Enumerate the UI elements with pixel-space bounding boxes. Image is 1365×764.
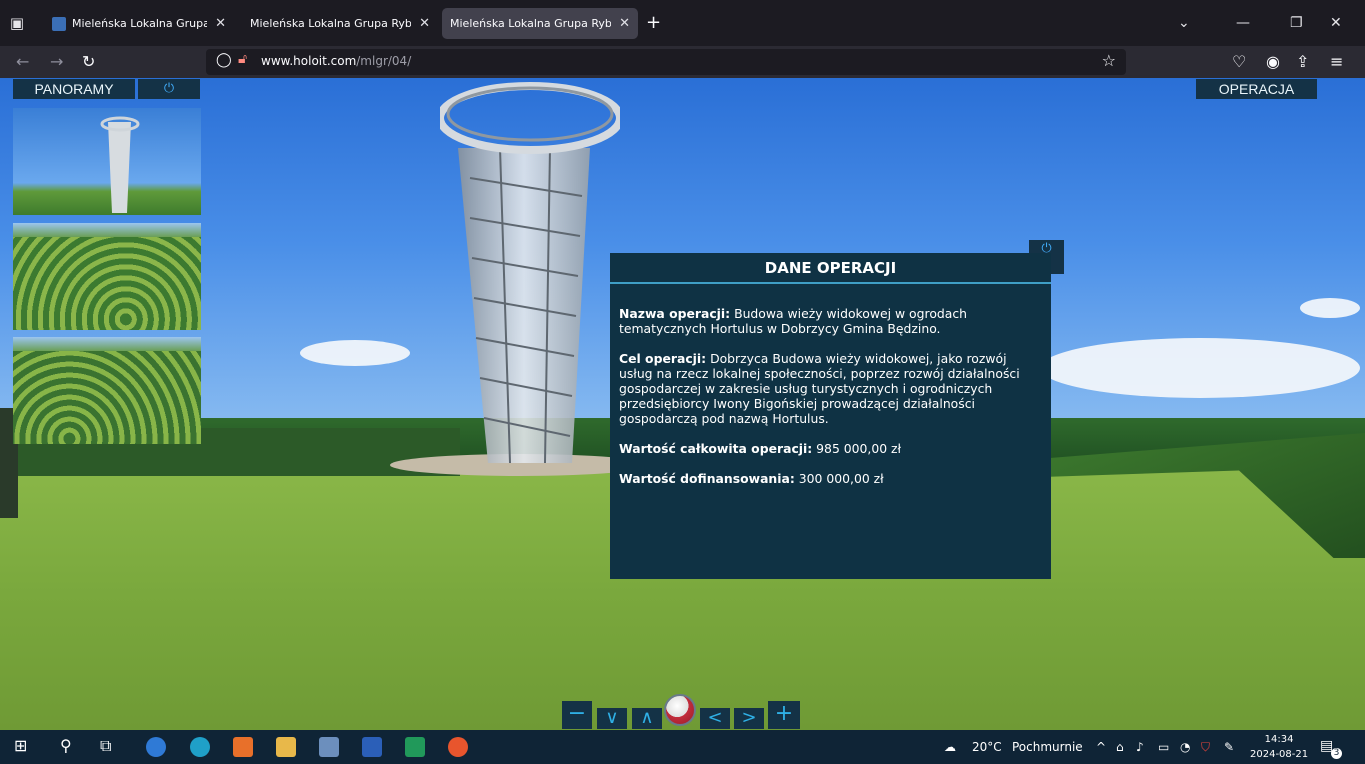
paint-icon[interactable] [319, 737, 339, 757]
restore-icon[interactable]: ❐ [1290, 12, 1303, 34]
weather-temperature[interactable]: 20°C [972, 740, 1002, 754]
observation-tower-image [440, 82, 620, 464]
windows-taskbar: ⊞ ⚲ ⧉ ☁ 20°C Pochmurnie ^ ⌂ ♪ ▭ ◔ ⛉ ✎ 14… [0, 730, 1365, 764]
file-explorer-icon[interactable] [276, 737, 296, 757]
window-close-icon[interactable]: ✕ [1330, 12, 1342, 34]
total-value-amount: 985 000,00 zł [812, 441, 902, 456]
windows-start-icon[interactable]: ⊞ [14, 736, 27, 756]
extensions-icon[interactable]: ⇪ [1296, 50, 1309, 74]
cloud [1040, 338, 1360, 398]
clock-time: 14:34 [1264, 734, 1294, 745]
cloud [300, 340, 410, 366]
look-left-button[interactable]: < [700, 708, 730, 729]
new-tab-button[interactable]: + [646, 12, 661, 34]
zoom-out-button[interactable]: − [562, 701, 592, 729]
navigation-bar: ← → ↻ ◯ 🔓︎ www.holoit.com/mlgr/04/ ☆ ♡ ◉… [0, 46, 1365, 78]
tab-close-icon[interactable]: ✕ [619, 16, 630, 31]
firefox-icon[interactable] [448, 737, 468, 757]
panorama-thumbnail-tower[interactable] [13, 108, 201, 215]
operation-total-value: Wartość całkowita operacji: 985 000,00 z… [619, 441, 1042, 456]
minimize-icon[interactable]: — [1236, 12, 1250, 34]
search-icon[interactable]: ⚲ [60, 736, 72, 756]
system-clock[interactable]: 14:34 2024-08-21 [1250, 732, 1308, 762]
operation-name-label: Nazwa operacji: [619, 306, 731, 321]
dialog-title: DANE OPERACJI [610, 253, 1051, 284]
task-view-icon[interactable]: ⧉ [100, 736, 111, 756]
show-hidden-icons-icon[interactable]: ^ [1096, 740, 1106, 754]
url-text[interactable]: www.holoit.com/mlgr/04/ [261, 54, 411, 68]
panorama-power-icon[interactable]: ⏻ [138, 79, 200, 99]
pen-icon[interactable]: ✎ [1224, 740, 1234, 754]
volume-icon[interactable]: ♪ [1136, 740, 1144, 754]
menu-icon[interactable]: ≡ [1330, 50, 1343, 74]
tab-close-icon[interactable]: ✕ [419, 16, 430, 31]
tab-title: Mieleńska Lokalna Grupa Rybacka [450, 17, 612, 30]
reload-icon[interactable]: ↻ [82, 50, 95, 74]
operation-goal-label: Cel operacji: [619, 351, 707, 366]
tab-close-icon[interactable]: ✕ [215, 16, 226, 31]
site-favicon-icon [52, 16, 66, 31]
cortana-icon[interactable] [146, 737, 166, 757]
insecure-lock-icon[interactable]: 🔓︎ [238, 51, 247, 67]
url-path: /mlgr/04/ [356, 54, 412, 68]
wifi-icon[interactable]: ◔ [1180, 740, 1190, 754]
thumbnail-horizon [13, 223, 201, 237]
network-icon[interactable]: ⌂ [1116, 740, 1124, 754]
operation-name: Nazwa operacji: Budowa wieży widokowej w… [619, 306, 1042, 336]
list-all-tabs-icon[interactable]: ⌄ [1178, 12, 1190, 34]
panorama-viewport[interactable]: PANORAMY ⏻ OPERACJA ⏻ DANE OPERACJI Nazw… [0, 78, 1365, 730]
thumbnail-horizon [13, 337, 201, 351]
powerpoint-icon[interactable] [233, 737, 253, 757]
funding-value-amount: 300 000,00 zł [794, 471, 884, 486]
antivirus-shield-icon[interactable]: ⛉ [1201, 740, 1210, 755]
tab-title: Mieleńska Lokalna Grupa Rybacka [250, 17, 412, 30]
forward-icon[interactable]: → [50, 50, 63, 74]
operation-goal: Cel operacji: Dobrzyca Budowa wieży wido… [619, 351, 1042, 426]
notification-count-badge: 3 [1331, 748, 1342, 759]
look-right-button[interactable]: > [734, 708, 764, 729]
bookmark-star-icon[interactable]: ☆ [1102, 51, 1116, 70]
tower-thumbnail-icon [100, 116, 140, 213]
zoom-in-button[interactable]: + [768, 701, 800, 729]
operation-funding-value: Wartość dofinansowania: 300 000,00 zł [619, 471, 1042, 486]
url-domain: www.holoit.com [261, 54, 357, 68]
address-bar[interactable]: ◯ 🔓︎ www.holoit.com/mlgr/04/ ☆ [206, 49, 1126, 75]
weather-description[interactable]: Pochmurnie [1012, 740, 1083, 754]
battery-icon[interactable]: ▭ [1158, 740, 1169, 754]
operation-details-dialog: DANE OPERACJI Nazwa operacji: Budowa wie… [610, 253, 1051, 579]
tab-2[interactable]: Mieleńska Lokalna Grupa Rybacka ✕ [242, 8, 438, 39]
panorama-thumbnail-maze-2[interactable] [13, 337, 201, 444]
back-icon[interactable]: ← [16, 50, 29, 74]
panorama-thumbnail-maze-1[interactable] [13, 223, 201, 330]
dialog-body: Nazwa operacji: Budowa wieży widokowej w… [610, 284, 1051, 486]
edge-icon[interactable] [190, 737, 210, 757]
total-value-label: Wartość całkowita operacji: [619, 441, 813, 456]
weather-icon[interactable]: ☁ [944, 740, 956, 754]
account-icon[interactable]: ◉ [1266, 50, 1280, 74]
browser-tab-bar: ▣ Mieleńska Lokalna Grupa Rybac ✕ Mieleń… [0, 0, 1365, 46]
funding-value-label: Wartość dofinansowania: [619, 471, 795, 486]
tab-1[interactable]: Mieleńska Lokalna Grupa Rybac ✕ [44, 8, 234, 39]
panorama-menu-title[interactable]: PANORAMY [13, 79, 135, 99]
operation-button[interactable]: OPERACJA [1196, 79, 1317, 99]
clock-date: 2024-08-21 [1250, 749, 1309, 760]
tab-title: Mieleńska Lokalna Grupa Rybac [72, 17, 208, 30]
language-globe-icon[interactable] [664, 694, 696, 726]
pocket-icon[interactable]: ♡ [1232, 50, 1246, 74]
word-icon[interactable] [362, 737, 382, 757]
tab-list-icon[interactable]: ▣ [6, 12, 28, 34]
tracking-protection-icon[interactable]: ◯ [216, 52, 232, 68]
look-down-button[interactable]: ∨ [597, 708, 627, 729]
excel-icon[interactable] [405, 737, 425, 757]
cloud [1300, 298, 1360, 318]
look-up-button[interactable]: ∧ [632, 708, 662, 729]
tab-3-active[interactable]: Mieleńska Lokalna Grupa Rybacka ✕ [442, 8, 638, 39]
